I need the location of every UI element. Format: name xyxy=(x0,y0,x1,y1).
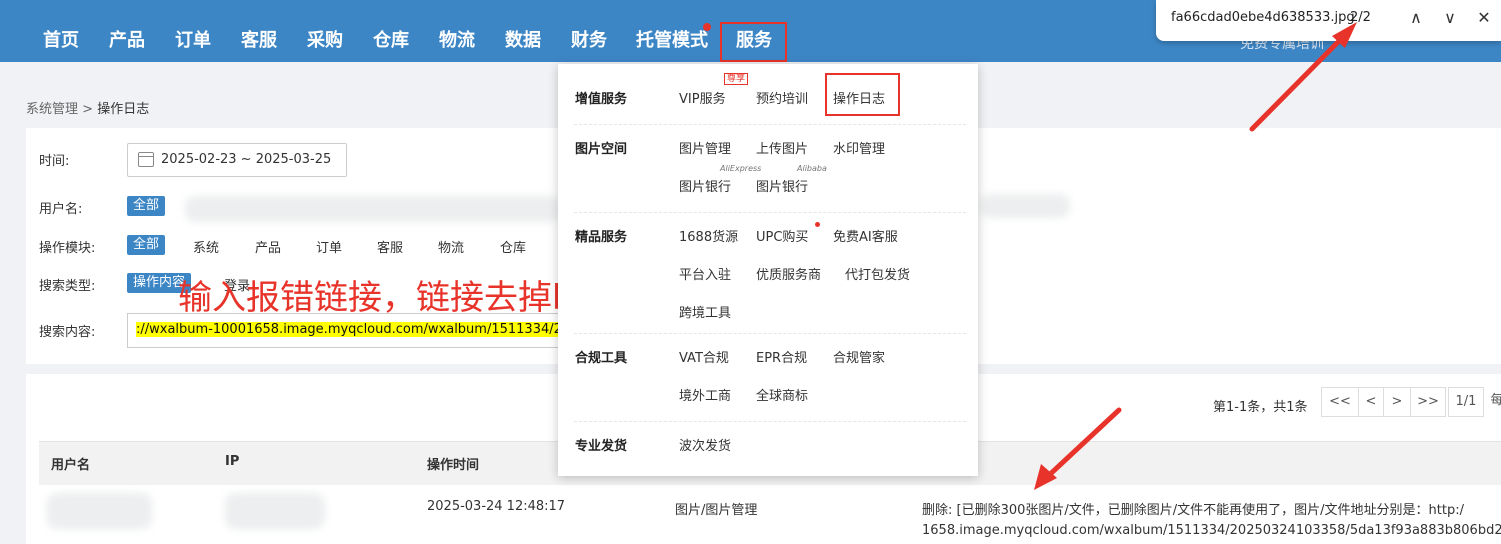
annotation-arrows xyxy=(1034,22,1357,490)
arrow-to-result xyxy=(1043,407,1122,481)
arrow-to-counter xyxy=(1249,33,1347,132)
